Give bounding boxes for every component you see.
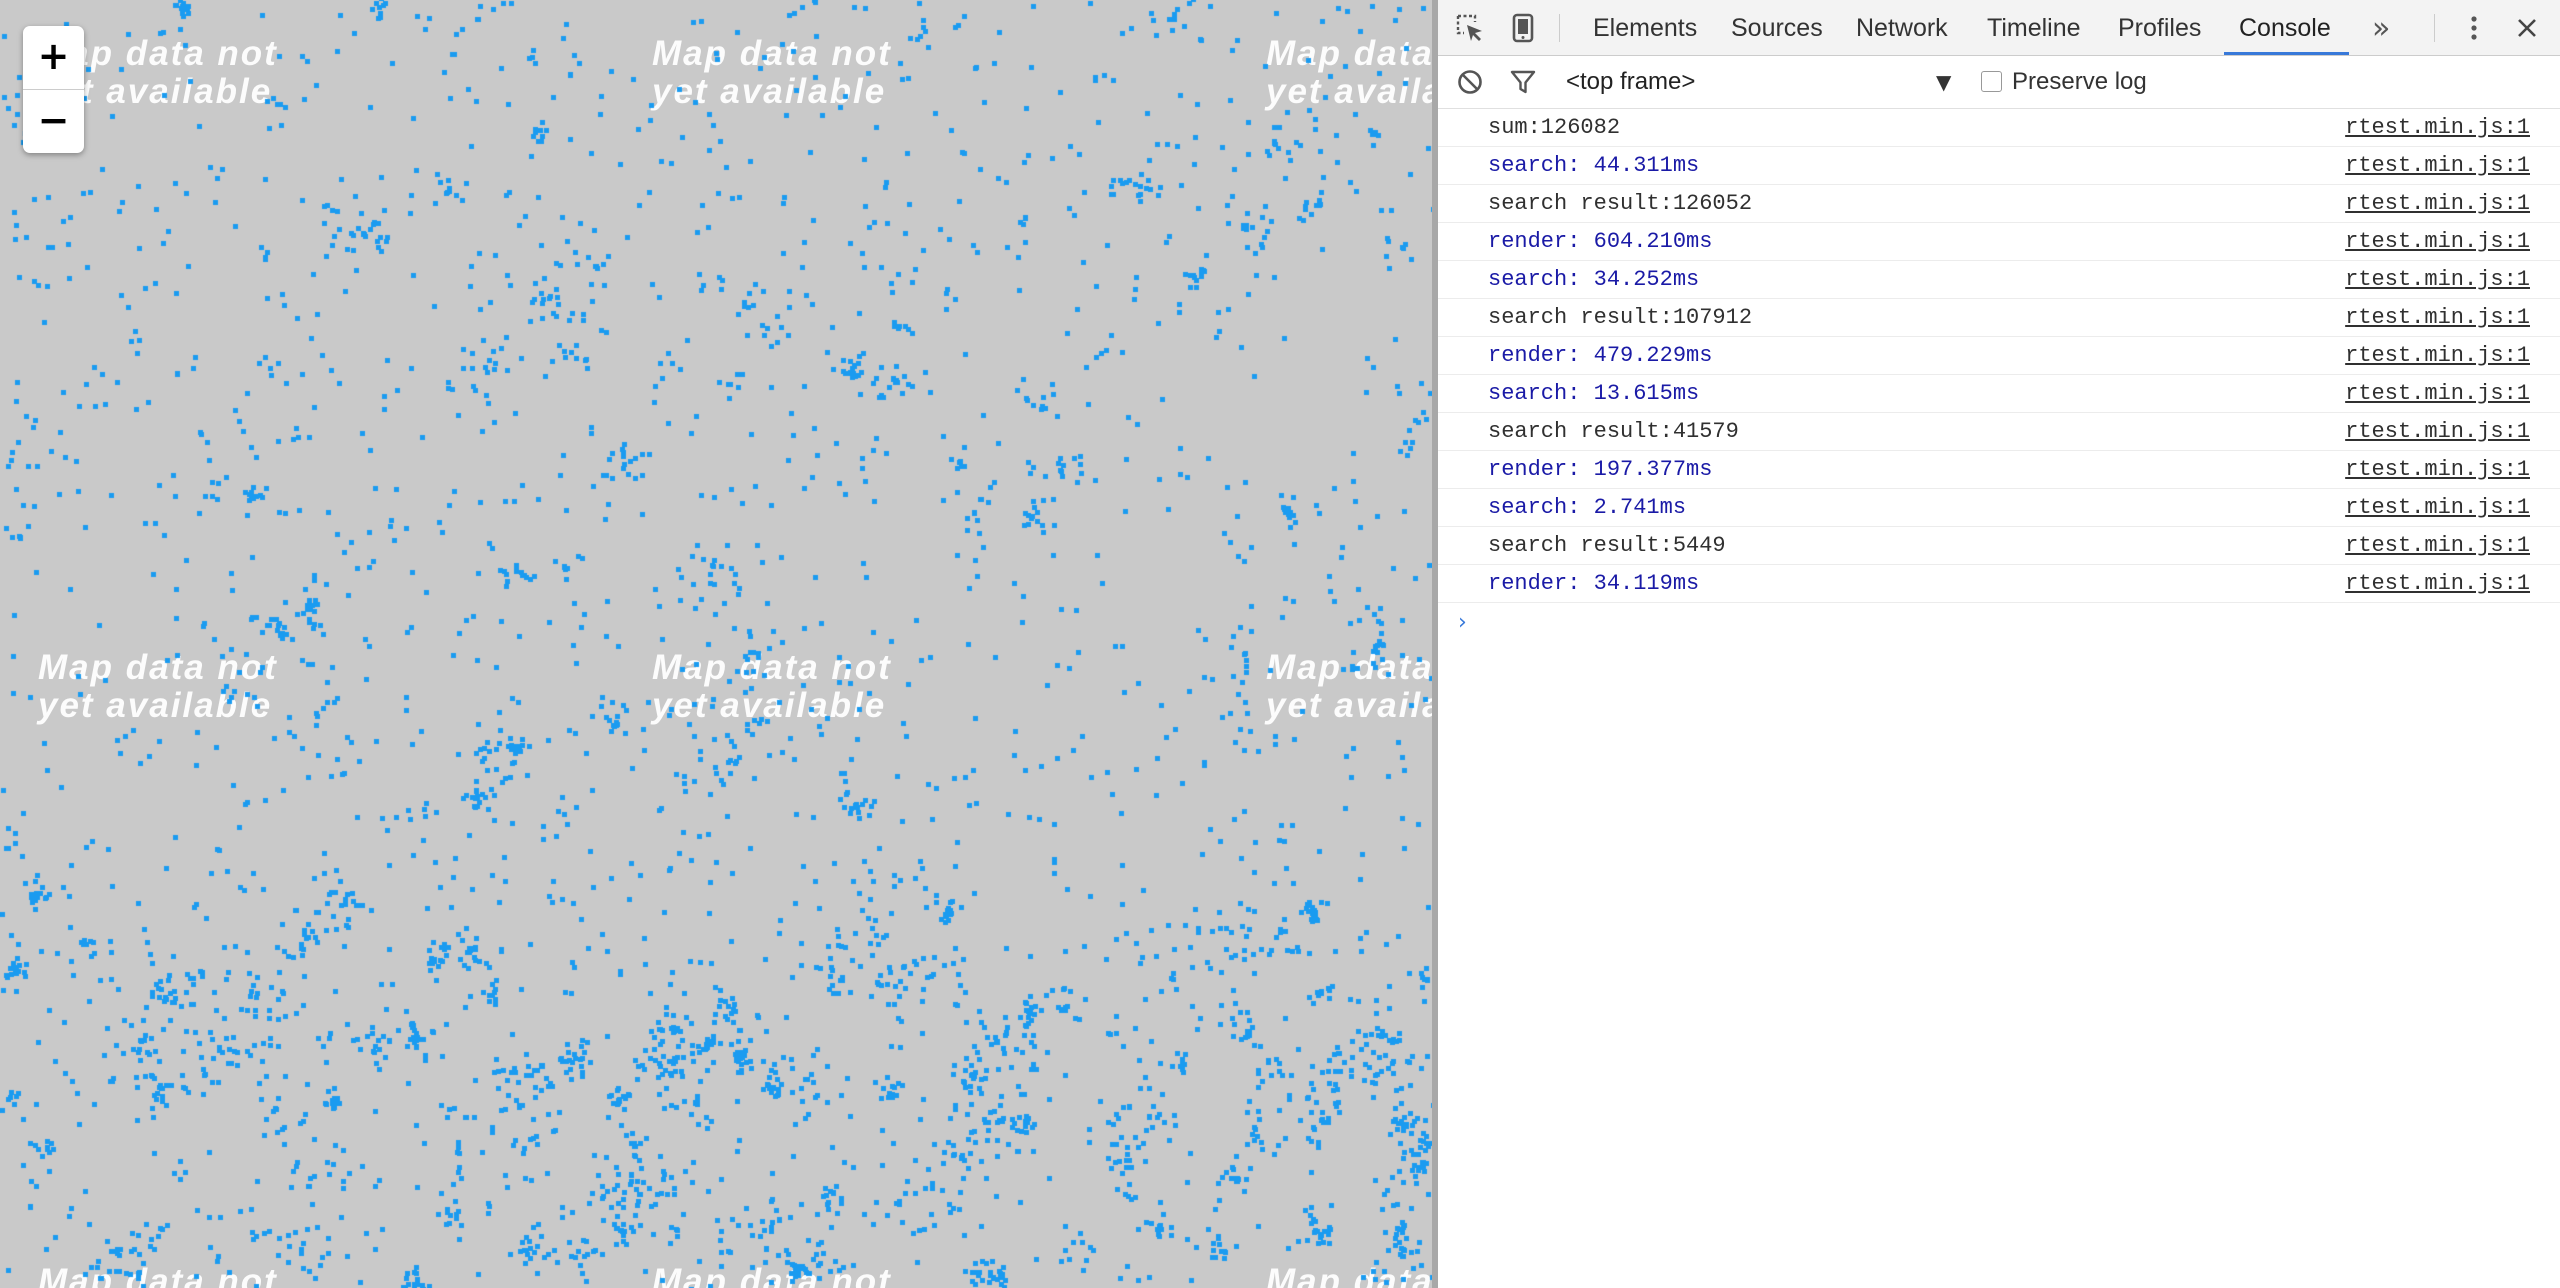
console-message: search result:107912 rtest.min.js:1: [1438, 299, 2560, 337]
console-message-text: search: 34.252ms: [1488, 267, 1700, 292]
preserve-log-checkbox[interactable]: [1981, 71, 2002, 92]
inspect-element-icon[interactable]: [1452, 10, 1488, 46]
tab-timeline[interactable]: Timeline: [1987, 0, 2081, 55]
map-view[interactable]: Map data notyet availableMap data notyet…: [0, 0, 1432, 1288]
tab-elements[interactable]: Elements: [1593, 0, 1697, 55]
console-message-text: render: 604.210ms: [1488, 229, 1713, 254]
more-tabs-icon[interactable]: »: [2372, 0, 2390, 55]
zoom-control: + −: [23, 26, 84, 153]
console-message: search result:41579 rtest.min.js:1: [1438, 413, 2560, 451]
prompt-chevron-icon: ›: [1458, 610, 1467, 635]
console-message: render: 34.119ms rtest.min.js:1: [1438, 565, 2560, 603]
console-source-link[interactable]: rtest.min.js:1: [2345, 147, 2530, 185]
console-message-text: search result:41579: [1488, 419, 1739, 444]
console-message-text: search: 2.741ms: [1488, 495, 1687, 520]
console-message-text: search: 13.615ms: [1488, 381, 1700, 406]
console-message: search: 2.741ms rtest.min.js:1: [1438, 489, 2560, 527]
console-message: search: 44.311ms rtest.min.js:1: [1438, 147, 2560, 185]
close-icon[interactable]: [2509, 10, 2545, 46]
zoom-out-button[interactable]: −: [23, 90, 84, 153]
console-message-text: render: 197.377ms: [1488, 457, 1713, 482]
console-source-link[interactable]: rtest.min.js:1: [2345, 109, 2530, 147]
kebab-menu-icon[interactable]: [2456, 10, 2492, 46]
console-message: search: 34.252ms rtest.min.js:1: [1438, 261, 2560, 299]
console-source-link[interactable]: rtest.min.js:1: [2345, 261, 2530, 299]
console-toolbar: <top frame> ▼ Preserve log: [1438, 56, 2560, 109]
tab-console[interactable]: Console: [2239, 0, 2331, 55]
console-message-text: search result:126052: [1488, 191, 1753, 216]
zoom-in-button[interactable]: +: [23, 26, 84, 90]
tab-sources[interactable]: Sources: [1731, 0, 1823, 55]
console-message: search: 13.615ms rtest.min.js:1: [1438, 375, 2560, 413]
console-message-text: render: 34.119ms: [1488, 571, 1700, 596]
console-message-text: search result:107912: [1488, 305, 1753, 330]
chevron-down-icon[interactable]: ▼: [1936, 56, 1951, 108]
console-source-link[interactable]: rtest.min.js:1: [2345, 489, 2530, 527]
map-points-layer: [0, 0, 1432, 1288]
console-message: search result:126052 rtest.min.js:1: [1438, 185, 2560, 223]
console-source-link[interactable]: rtest.min.js:1: [2345, 185, 2530, 223]
console-source-link[interactable]: rtest.min.js:1: [2345, 337, 2530, 375]
devtools-panel: Elements Sources Network Timeline Profil…: [1438, 0, 2560, 1288]
toolbar-divider: [2434, 14, 2435, 42]
console-message: sum:126082 rtest.min.js:1: [1438, 109, 2560, 147]
console-source-link[interactable]: rtest.min.js:1: [2345, 451, 2530, 489]
console-source-link[interactable]: rtest.min.js:1: [2345, 299, 2530, 337]
console-message-text: search: 44.311ms: [1488, 153, 1700, 178]
console-message-text: sum:126082: [1488, 115, 1621, 140]
console-source-link[interactable]: rtest.min.js:1: [2345, 565, 2530, 603]
clear-console-icon[interactable]: [1452, 64, 1488, 100]
device-mode-icon[interactable]: [1505, 10, 1541, 46]
devtools-toolbar: Elements Sources Network Timeline Profil…: [1438, 0, 2560, 56]
tab-profiles[interactable]: Profiles: [2118, 0, 2201, 55]
console-message: search result:5449 rtest.min.js:1: [1438, 527, 2560, 565]
console-message: render: 604.210ms rtest.min.js:1: [1438, 223, 2560, 261]
console-message-text: render: 479.229ms: [1488, 343, 1713, 368]
console-message: render: 197.377ms rtest.min.js:1: [1438, 451, 2560, 489]
console-source-link[interactable]: rtest.min.js:1: [2345, 375, 2530, 413]
console-source-link[interactable]: rtest.min.js:1: [2345, 413, 2530, 451]
toolbar-divider: [1559, 14, 1560, 42]
tab-network[interactable]: Network: [1856, 0, 1948, 55]
frame-selector[interactable]: <top frame>: [1566, 56, 1695, 108]
console-prompt[interactable]: ›: [1438, 603, 2560, 643]
console-source-link[interactable]: rtest.min.js:1: [2345, 223, 2530, 261]
active-tab-indicator: [2224, 52, 2349, 55]
preserve-log-label: Preserve log: [2012, 68, 2147, 95]
console-message-text: search result:5449: [1488, 533, 1726, 558]
console-messages: sum:126082 rtest.min.js:1 search: 44.311ms…: [1438, 109, 2560, 643]
console-message: render: 479.229ms rtest.min.js:1: [1438, 337, 2560, 375]
filter-icon[interactable]: [1505, 64, 1541, 100]
console-source-link[interactable]: rtest.min.js:1: [2345, 527, 2530, 565]
